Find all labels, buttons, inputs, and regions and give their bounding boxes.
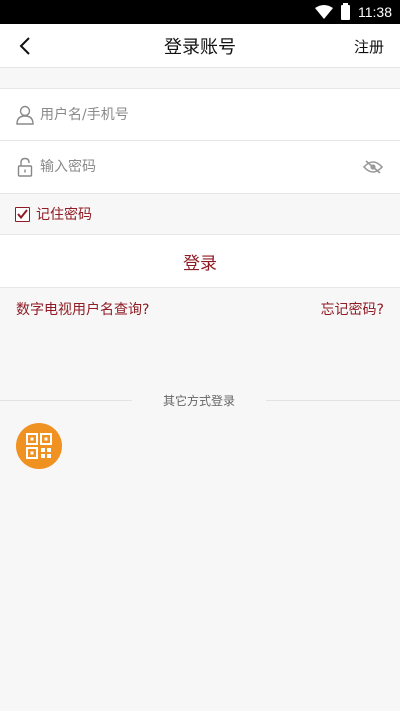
divider-line-right	[266, 399, 400, 401]
page-title: 登录账号	[164, 36, 236, 58]
alt-login-options	[0, 410, 400, 469]
forgot-password-link[interactable]: 忘记密码?	[321, 299, 384, 319]
password-input[interactable]	[40, 159, 362, 175]
lock-icon	[16, 157, 34, 177]
chevron-left-icon	[19, 37, 30, 55]
status-bar: 11:38	[0, 0, 400, 24]
remember-password-checkbox[interactable]	[15, 206, 30, 222]
remember-password-label[interactable]: 记住密码	[36, 204, 92, 224]
alt-login-label: 其它方式登录	[162, 393, 235, 408]
user-icon	[16, 105, 34, 125]
wifi-icon	[315, 5, 333, 19]
login-button-label: 登录	[183, 253, 217, 274]
nav-bar: 登录账号 注册	[0, 24, 400, 68]
register-link[interactable]: 注册	[354, 36, 384, 57]
login-button[interactable]: 登录	[0, 235, 400, 288]
alt-login-divider: 其它方式登录	[0, 390, 400, 410]
eye-icon[interactable]	[362, 159, 384, 175]
back-button[interactable]	[14, 34, 36, 58]
divider-line-left	[0, 399, 132, 401]
query-username-link[interactable]: 数字电视用户名查询?	[16, 299, 149, 319]
remember-password-row: 记住密码	[0, 194, 400, 235]
password-row	[0, 141, 400, 194]
username-row	[0, 88, 400, 141]
battery-icon	[341, 2, 350, 20]
help-links: 数字电视用户名查询? 忘记密码?	[0, 288, 400, 319]
checkmark-icon	[17, 209, 28, 219]
qr-login-button[interactable]	[16, 423, 62, 469]
qr-code-icon	[26, 433, 52, 459]
username-input[interactable]	[40, 106, 384, 123]
status-time: 11:38	[358, 4, 392, 20]
